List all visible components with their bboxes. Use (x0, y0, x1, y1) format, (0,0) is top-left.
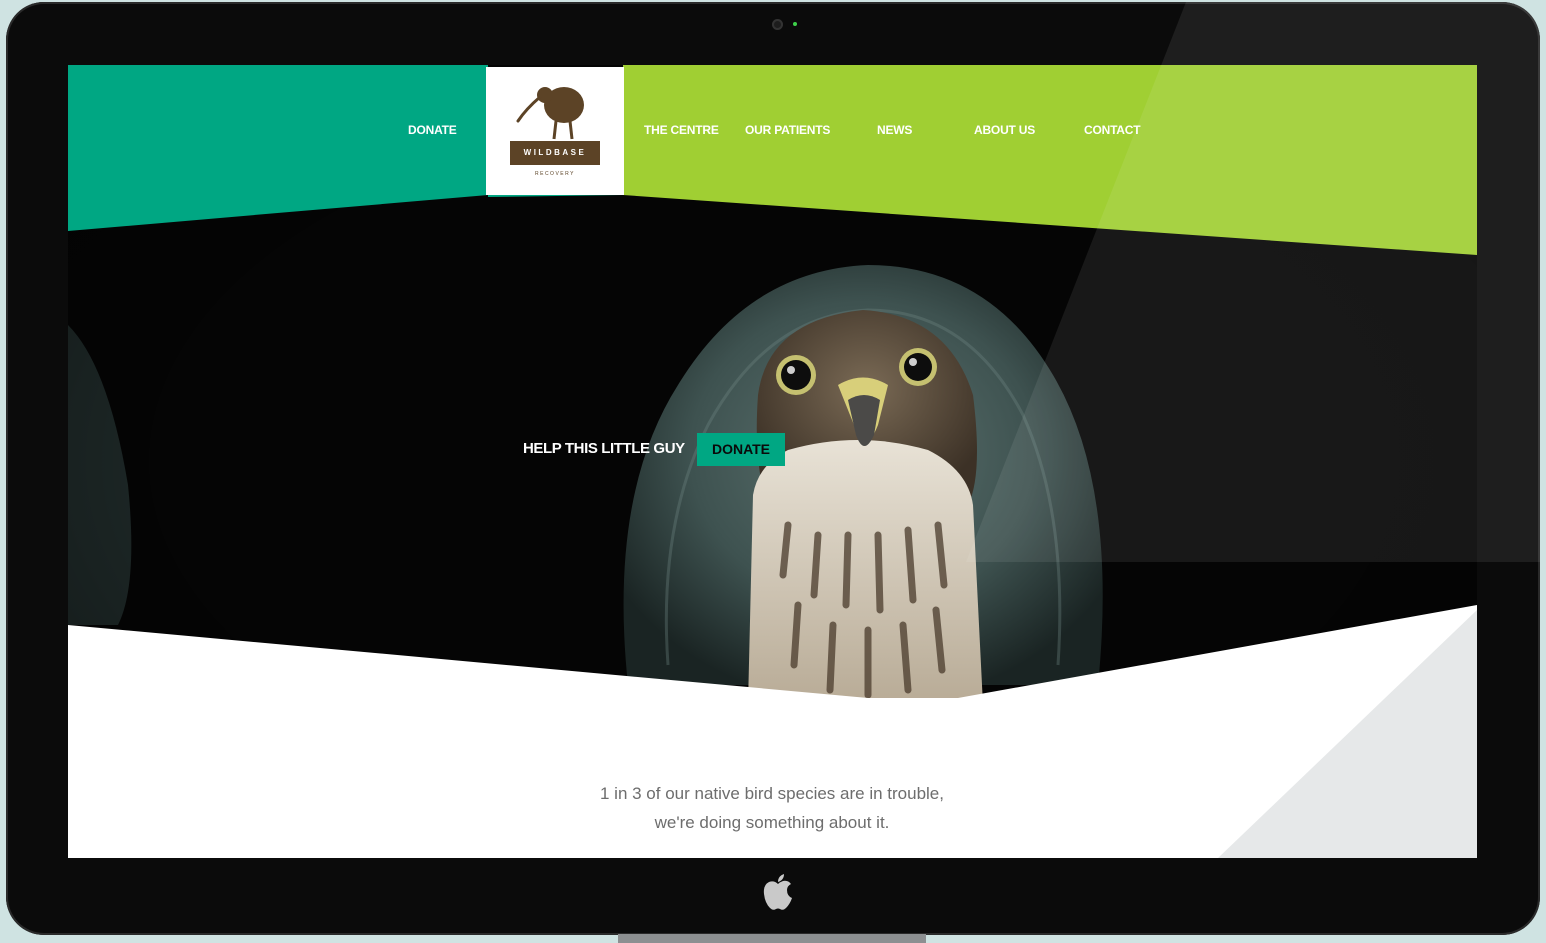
nav-our-patients[interactable]: OUR PATIENTS (745, 123, 830, 137)
hero-cta-text: HELP THIS LITTLE GUY (523, 440, 685, 457)
kiwi-bird-icon (516, 87, 584, 140)
tagline-line-2: we're doing something about it. (654, 813, 890, 832)
hero-donate-button[interactable]: DONATE (697, 433, 785, 466)
nav-donate[interactable]: DONATE (408, 123, 457, 137)
nav-contact[interactable]: CONTACT (1084, 123, 1141, 137)
monitor-frame: DONATE WILDBASE RECOVERY THE CENTRE OUR … (6, 2, 1540, 935)
camera-led-icon (793, 22, 797, 26)
tagline: 1 in 3 of our native bird species are in… (472, 779, 1072, 837)
nav-the-centre[interactable]: THE CENTRE (644, 123, 719, 137)
camera-icon (772, 19, 783, 30)
logo-name: WILDBASE (510, 141, 600, 165)
monitor-stand (618, 934, 926, 943)
nav-news[interactable]: NEWS (877, 123, 912, 137)
site-logo[interactable]: WILDBASE RECOVERY (486, 67, 624, 195)
logo-subtitle: RECOVERY (535, 171, 575, 177)
website-screen: DONATE WILDBASE RECOVERY THE CENTRE OUR … (68, 65, 1477, 858)
tagline-line-1: 1 in 3 of our native bird species are in… (600, 784, 944, 803)
nav-about-us[interactable]: ABOUT US (974, 123, 1035, 137)
apple-icon (763, 874, 792, 910)
